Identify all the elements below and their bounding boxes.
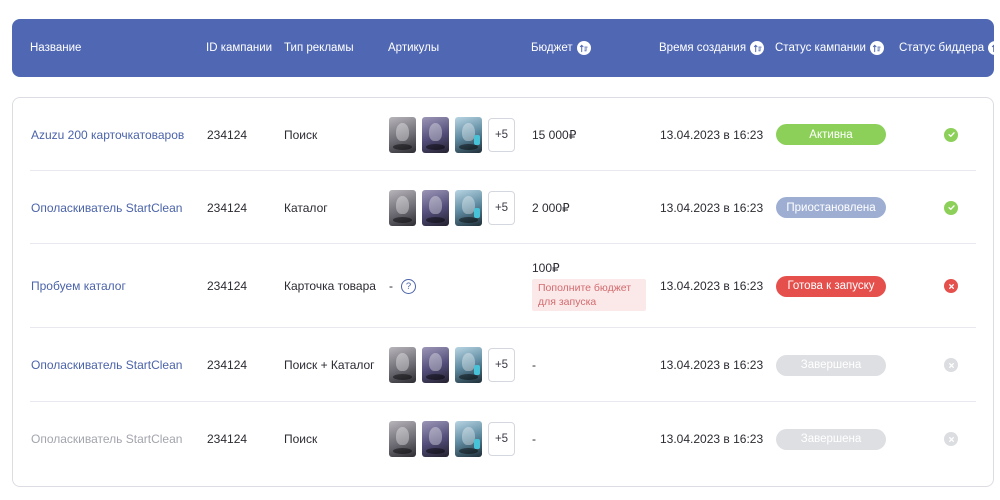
product-thumbnail[interactable] [422,421,449,457]
more-articles-button[interactable]: +5 [488,117,515,152]
status-badge: Активна [776,124,886,145]
campaign-id: 234124 [207,279,248,293]
sort-icon[interactable] [576,41,591,55]
help-icon[interactable]: ? [401,278,416,294]
x-circle-icon [944,358,958,372]
created-date: 13.04.2023 в 16:23 [660,127,764,142]
budget-value: 15 000₽ [532,127,577,142]
campaign-id: 234124 [207,200,248,215]
campaign-id: 234124 [207,432,248,446]
status-badge: Завершена [776,428,886,450]
articles-thumbnails: +5 [389,116,515,153]
articles-thumbnails: +5 [389,189,515,226]
created-date: 13.04.2023 в 16:23 [660,279,764,293]
sort-icon[interactable] [869,41,884,55]
more-articles-button[interactable]: +5 [488,422,515,456]
ad-type: Поиск [284,432,318,446]
campaign-name-link[interactable]: Ополаскиватель StartClean [31,201,182,215]
budget-value: - [532,358,536,372]
articles-thumbnails: +5 [389,421,515,457]
articles-thumbnails: +5 [389,347,515,383]
status-badge: Завершена [776,354,886,376]
created-date: 13.04.2023 в 16:23 [660,358,764,372]
column-header-created[interactable]: Время создания [659,19,765,77]
table-header: Название ID кампании Тип рекламы Артикул… [12,19,994,77]
check-circle-icon [944,200,958,215]
x-circle-icon [944,432,958,446]
column-header-articles: Артикулы [388,42,440,54]
product-thumbnail[interactable] [389,347,416,383]
created-date: 13.04.2023 в 16:23 [660,432,764,446]
budget-value: - [532,432,536,446]
product-thumbnail[interactable] [422,347,449,383]
ad-type: Каталог [284,200,328,215]
product-thumbnail[interactable] [389,421,416,457]
ad-type: Поиск + Каталог [284,358,375,372]
column-header-budget[interactable]: Бюджет [531,19,591,77]
campaigns-table: Azuzu 200 карточкатоваров 234124 Поиск +… [12,97,994,487]
x-circle-icon [944,279,958,293]
sort-icon[interactable] [750,41,765,55]
budget-warning: Пополните бюджет для запуска [532,279,646,311]
column-header-type: Тип рекламы [284,42,354,54]
product-thumbnail[interactable] [422,116,449,153]
column-header-name: Название [30,42,82,54]
campaign-id: 234124 [207,127,248,142]
column-header-campaign-status[interactable]: Статус кампании [775,19,884,77]
table-row: Ополаскиватель StartClean 234124 Поиск +… [13,328,993,402]
product-thumbnail[interactable] [389,189,416,226]
product-thumbnail[interactable] [422,189,449,226]
articles-empty: - [389,279,393,293]
product-thumbnail[interactable] [455,421,482,457]
product-thumbnail[interactable] [455,116,482,153]
more-articles-button[interactable]: +5 [488,190,515,225]
created-date: 13.04.2023 в 16:23 [660,200,764,215]
product-thumbnail[interactable] [455,347,482,383]
product-thumbnail[interactable] [455,189,482,226]
column-header-id: ID кампании [206,42,273,54]
campaign-id: 234124 [207,358,248,372]
campaign-name-link[interactable]: Ополаскиватель StartClean [31,358,182,372]
table-row: Пробуем каталог 234124 Карточка товара -… [13,244,993,328]
ad-type: Карточка товара [284,279,376,293]
table-row: Ополаскиватель StartClean 234124 Поиск +… [13,402,993,476]
sort-icon[interactable] [988,41,994,55]
ad-type: Поиск [284,127,318,142]
more-articles-button[interactable]: +5 [488,348,515,382]
check-circle-icon [944,127,958,142]
status-badge: Приостановлена [776,197,886,218]
status-badge: Готова к запуску [776,275,886,297]
product-thumbnail[interactable] [389,116,416,153]
table-row: Azuzu 200 карточкатоваров 234124 Поиск +… [13,98,993,171]
campaign-name-link[interactable]: Ополаскиватель StartClean [31,432,182,446]
campaign-name-link[interactable]: Пробуем каталог [31,279,126,293]
budget-value: 2 000₽ [532,200,570,215]
budget-value: 100₽ [532,261,560,275]
table-row: Ополаскиватель StartClean 234124 Каталог… [13,171,993,244]
campaign-name-link[interactable]: Azuzu 200 карточкатоваров [31,128,184,142]
column-header-bidder-status[interactable]: Статус биддера [899,19,994,77]
